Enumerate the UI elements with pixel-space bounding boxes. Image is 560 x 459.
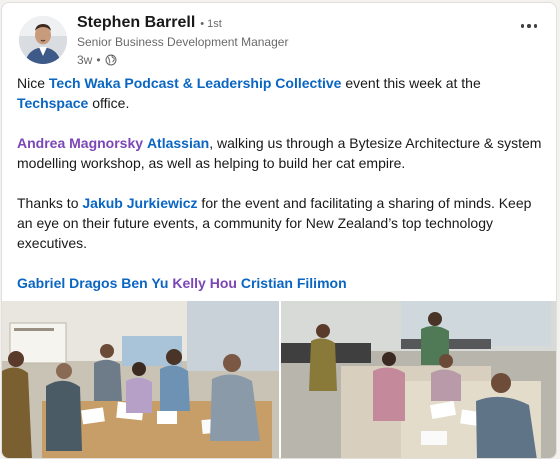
avatar-image xyxy=(19,16,67,64)
link-techspace[interactable]: Techspace xyxy=(17,95,88,111)
connection-degree: • 1st xyxy=(200,18,222,30)
meta-separator: • xyxy=(96,53,101,67)
more-dot xyxy=(527,24,531,28)
tag-cristian-filimon[interactable]: Cristian Filimon xyxy=(241,275,347,291)
post-header: Stephen Barrell • 1st Senior Business De… xyxy=(17,14,547,68)
author-name[interactable]: Stephen Barrell xyxy=(77,14,195,32)
photo-1-image xyxy=(2,301,279,458)
more-options-button[interactable] xyxy=(515,16,543,36)
more-dot xyxy=(533,24,538,28)
link-atlassian[interactable]: Atlassian xyxy=(147,135,209,151)
workshop-photo-2[interactable] xyxy=(281,301,556,458)
text: Nice xyxy=(17,75,49,91)
post-time: 3w xyxy=(77,53,93,67)
feed-post-card: Stephen Barrell • 1st Senior Business De… xyxy=(1,2,557,459)
link-tech-waka[interactable]: Tech Waka Podcast & Leadership Collectiv… xyxy=(49,75,342,91)
author-name-row: Stephen Barrell • 1st xyxy=(77,14,288,34)
paragraph-3: Thanks to Jakub Jurkiewicz for the event… xyxy=(17,193,547,253)
author-info: Stephen Barrell • 1st Senior Business De… xyxy=(77,14,288,68)
tag-kelly-hou[interactable]: Kelly Hou xyxy=(172,275,237,291)
mention-andrea-magnorsky[interactable]: Andrea Magnorsky xyxy=(17,135,143,151)
post-meta: 3w • xyxy=(77,52,288,68)
paragraph-1: Nice Tech Waka Podcast & Leadership Coll… xyxy=(17,73,547,113)
author-headline: Senior Business Development Manager xyxy=(77,35,289,49)
avatar[interactable] xyxy=(19,16,67,64)
post-photos xyxy=(2,301,556,458)
text: Thanks to xyxy=(17,195,83,211)
tags-line: Gabriel Dragos Ben Yu Kelly Hou Cristian… xyxy=(17,273,547,293)
link-jakub-jurkiewicz[interactable]: Jakub Jurkiewicz xyxy=(82,195,197,211)
tag-gabriel-dragos[interactable]: Gabriel Dragos xyxy=(17,275,117,291)
more-horizontal-icon xyxy=(520,24,525,28)
paragraph-2: Andrea Magnorsky Atlassian, walking us t… xyxy=(17,133,547,173)
text: office. xyxy=(88,95,130,111)
workshop-photo-1[interactable] xyxy=(2,301,279,458)
tag-ben-yu[interactable]: Ben Yu xyxy=(121,275,168,291)
text: event this week at the xyxy=(341,75,481,91)
globe-icon xyxy=(105,54,117,66)
post-text: Nice Tech Waka Podcast & Leadership Coll… xyxy=(17,73,547,313)
photo-2-image xyxy=(281,301,556,458)
